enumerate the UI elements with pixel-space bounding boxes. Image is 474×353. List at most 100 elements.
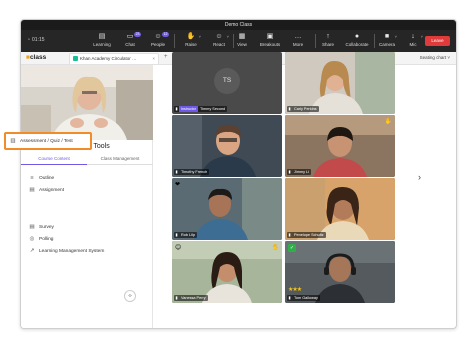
people-icon: ☺ 12 xyxy=(145,32,171,42)
outline-icon: ≡ xyxy=(30,175,34,181)
survey-icon: ▤ xyxy=(29,224,35,230)
toolbar-learning-label: Learning xyxy=(93,42,111,47)
tool-lms-label: Learning Management System xyxy=(39,248,105,254)
toolbar-view-label: View xyxy=(237,42,247,47)
participant-tile[interactable]: ❤ ▮ Rob Lilp xyxy=(172,178,282,240)
assignment-icon: ▤ xyxy=(29,187,35,193)
chat-badge: 23 xyxy=(134,32,141,37)
people-glyph: ☺ xyxy=(154,33,162,40)
camera-glyph: ■ xyxy=(384,33,390,40)
participant-name: Penelope Schultz xyxy=(294,233,324,237)
toolbar-share-label: Share xyxy=(321,42,334,47)
assessment-icon: ▥ xyxy=(10,138,16,144)
participant-name: Timothy French xyxy=(181,170,208,174)
toolbar-mic-label: Mic xyxy=(409,42,417,47)
participant-nameplate: ▮ Timothy French xyxy=(174,169,210,175)
tool-assignment-label: Assignment xyxy=(39,187,65,193)
participant-name: Timmy Second xyxy=(199,107,226,111)
view-icon: ▦ xyxy=(238,33,246,40)
close-icon[interactable]: × xyxy=(152,54,155,64)
participant-nameplate: ▮ Penelope Schultz xyxy=(287,232,326,238)
toolbar-collaborate-button[interactable]: ● Collaborate xyxy=(342,32,372,50)
chevron-down-icon: ˅ xyxy=(394,34,397,39)
participant-video xyxy=(285,52,395,114)
toolbar-people-button[interactable]: ☺ 12 People xyxy=(145,32,171,50)
participant-video xyxy=(285,241,395,303)
raise-glyph: ✋ xyxy=(186,33,196,40)
class-logo-text: class xyxy=(29,54,47,61)
tab-class-management[interactable]: Class Management xyxy=(87,154,153,165)
tool-polling-label: Polling xyxy=(39,236,54,242)
participant-video xyxy=(172,115,282,177)
toolbar-people-label: People xyxy=(150,42,165,47)
toolbar-share-button[interactable]: ↑ Share xyxy=(315,32,341,50)
participant-nameplate: ▮ Tom Galloway xyxy=(287,295,320,301)
collapse-panel-button[interactable]: ‹› xyxy=(124,290,136,302)
toolbar-camera-button[interactable]: ■ ˅ Camera xyxy=(374,32,400,50)
polling-icon: ◎ xyxy=(29,236,35,242)
avatar: TS xyxy=(214,68,240,94)
participant-name: Rob Lilp xyxy=(181,233,195,237)
tool-assignment[interactable]: ▤ Assignment xyxy=(29,185,64,195)
presenter-video-image xyxy=(21,65,153,140)
participant-nameplate: ▮ Carly Perkins xyxy=(287,106,319,112)
chat-icon: ▭ 23 xyxy=(117,32,143,42)
participant-video xyxy=(172,178,282,240)
seating-chart-dropdown[interactable]: Seating chart ˅ xyxy=(420,55,450,60)
tab-khan-academy-label: Khan Academy Circulator … xyxy=(80,56,137,61)
tab-khan-academy[interactable]: Khan Academy Circulator … × xyxy=(69,53,159,64)
tool-outline-label: Outline xyxy=(39,175,55,181)
toolbar-raise-button[interactable]: ✋ ˅ Raise xyxy=(178,32,204,50)
participant-name: Jimmy Li xyxy=(294,170,309,174)
toolbar: ◔ 01:15 ▤ Learning ▭ 23 Chat ☺ 12 People ✋… xyxy=(21,30,456,52)
timer-text: 01:15 xyxy=(32,37,45,43)
participant-nameplate: ▮ Rob Lilp xyxy=(174,232,197,238)
participant-tile[interactable]: ▮ Timothy French xyxy=(172,115,282,177)
toolbar-camera-label: Camera xyxy=(378,42,395,47)
toolbar-chat-label: Chat xyxy=(125,42,135,47)
participant-name: Carly Perkins xyxy=(294,107,317,111)
toolbar-divider xyxy=(174,34,175,48)
participant-tile[interactable]: ✓ ★★★ ▮ Tom Galloway xyxy=(285,241,395,303)
tool-survey[interactable]: ▤ Survey xyxy=(29,222,54,232)
participant-tile[interactable]: 😊 ✋ ▮ Vanessa Perry xyxy=(172,241,282,303)
toolbar-mic-button[interactable]: ↓ ˅ Mic xyxy=(400,32,426,50)
tool-outline[interactable]: ≡ Outline xyxy=(29,173,54,183)
camera-icon: ■ ˅ xyxy=(374,32,400,42)
tool-assessment-highlight[interactable]: ▥ Assessment / Quiz / Test xyxy=(4,132,92,150)
toolbar-breakouts-button[interactable]: ▣ Breakouts xyxy=(257,32,283,50)
raise-hand-icon: ✋ xyxy=(384,119,392,125)
lms-icon: ↗ xyxy=(29,248,35,254)
toolbar-more-label: More xyxy=(292,42,304,47)
tool-assessment[interactable]: ▥ Assessment / Quiz / Test xyxy=(10,136,73,146)
chevron-down-icon: ˅ xyxy=(420,34,423,39)
presenter-video: ▮ Instructor Annie Malley xyxy=(21,65,153,140)
next-page-arrow[interactable]: › xyxy=(418,172,421,182)
participant-nameplate: ▮ Instructor Timmy Second xyxy=(174,106,228,112)
participant-tile[interactable]: ▮ Carly Perkins xyxy=(285,52,395,114)
participant-tile[interactable]: ✋ ▮ Jimmy Li xyxy=(285,115,395,177)
tab-course-content[interactable]: Course Content xyxy=(21,154,87,165)
learning-tools-tabs: Course Content Class Management xyxy=(21,154,153,165)
leave-button[interactable]: Leave xyxy=(425,36,450,46)
toolbar-learning-button[interactable]: ▤ Learning xyxy=(89,32,115,50)
tool-assessment-label: Assessment / Quiz / Test xyxy=(20,138,73,144)
raise-hand-icon: ✋ ˅ xyxy=(178,32,204,42)
breakouts-icon: ▣ xyxy=(266,33,274,40)
toolbar-collaborate-label: Collaborate xyxy=(345,42,369,47)
collaborate-icon: ● xyxy=(354,33,360,40)
timer: ◔ 01:15 xyxy=(27,37,45,43)
tool-polling[interactable]: ◎ Polling xyxy=(29,234,54,244)
toolbar-more-button[interactable]: … More xyxy=(285,32,311,50)
more-icon: … xyxy=(294,33,302,40)
toolbar-view-button[interactable]: ▦ View xyxy=(229,32,255,50)
participant-tile[interactable]: TS ▮ Instructor Timmy Second xyxy=(172,52,282,114)
raise-hand-icon: ✋ xyxy=(271,245,279,251)
toolbar-react-label: React xyxy=(213,42,225,47)
toolbar-chat-button[interactable]: ▭ 23 Chat xyxy=(117,32,143,50)
shield-icon: ◔ xyxy=(27,37,31,43)
participant-tile[interactable]: ▮ Penelope Schultz xyxy=(285,178,395,240)
tool-survey-label: Survey xyxy=(39,224,54,230)
tool-lms[interactable]: ↗ Learning Management System xyxy=(29,246,105,256)
add-tab-button[interactable]: + xyxy=(164,54,168,60)
